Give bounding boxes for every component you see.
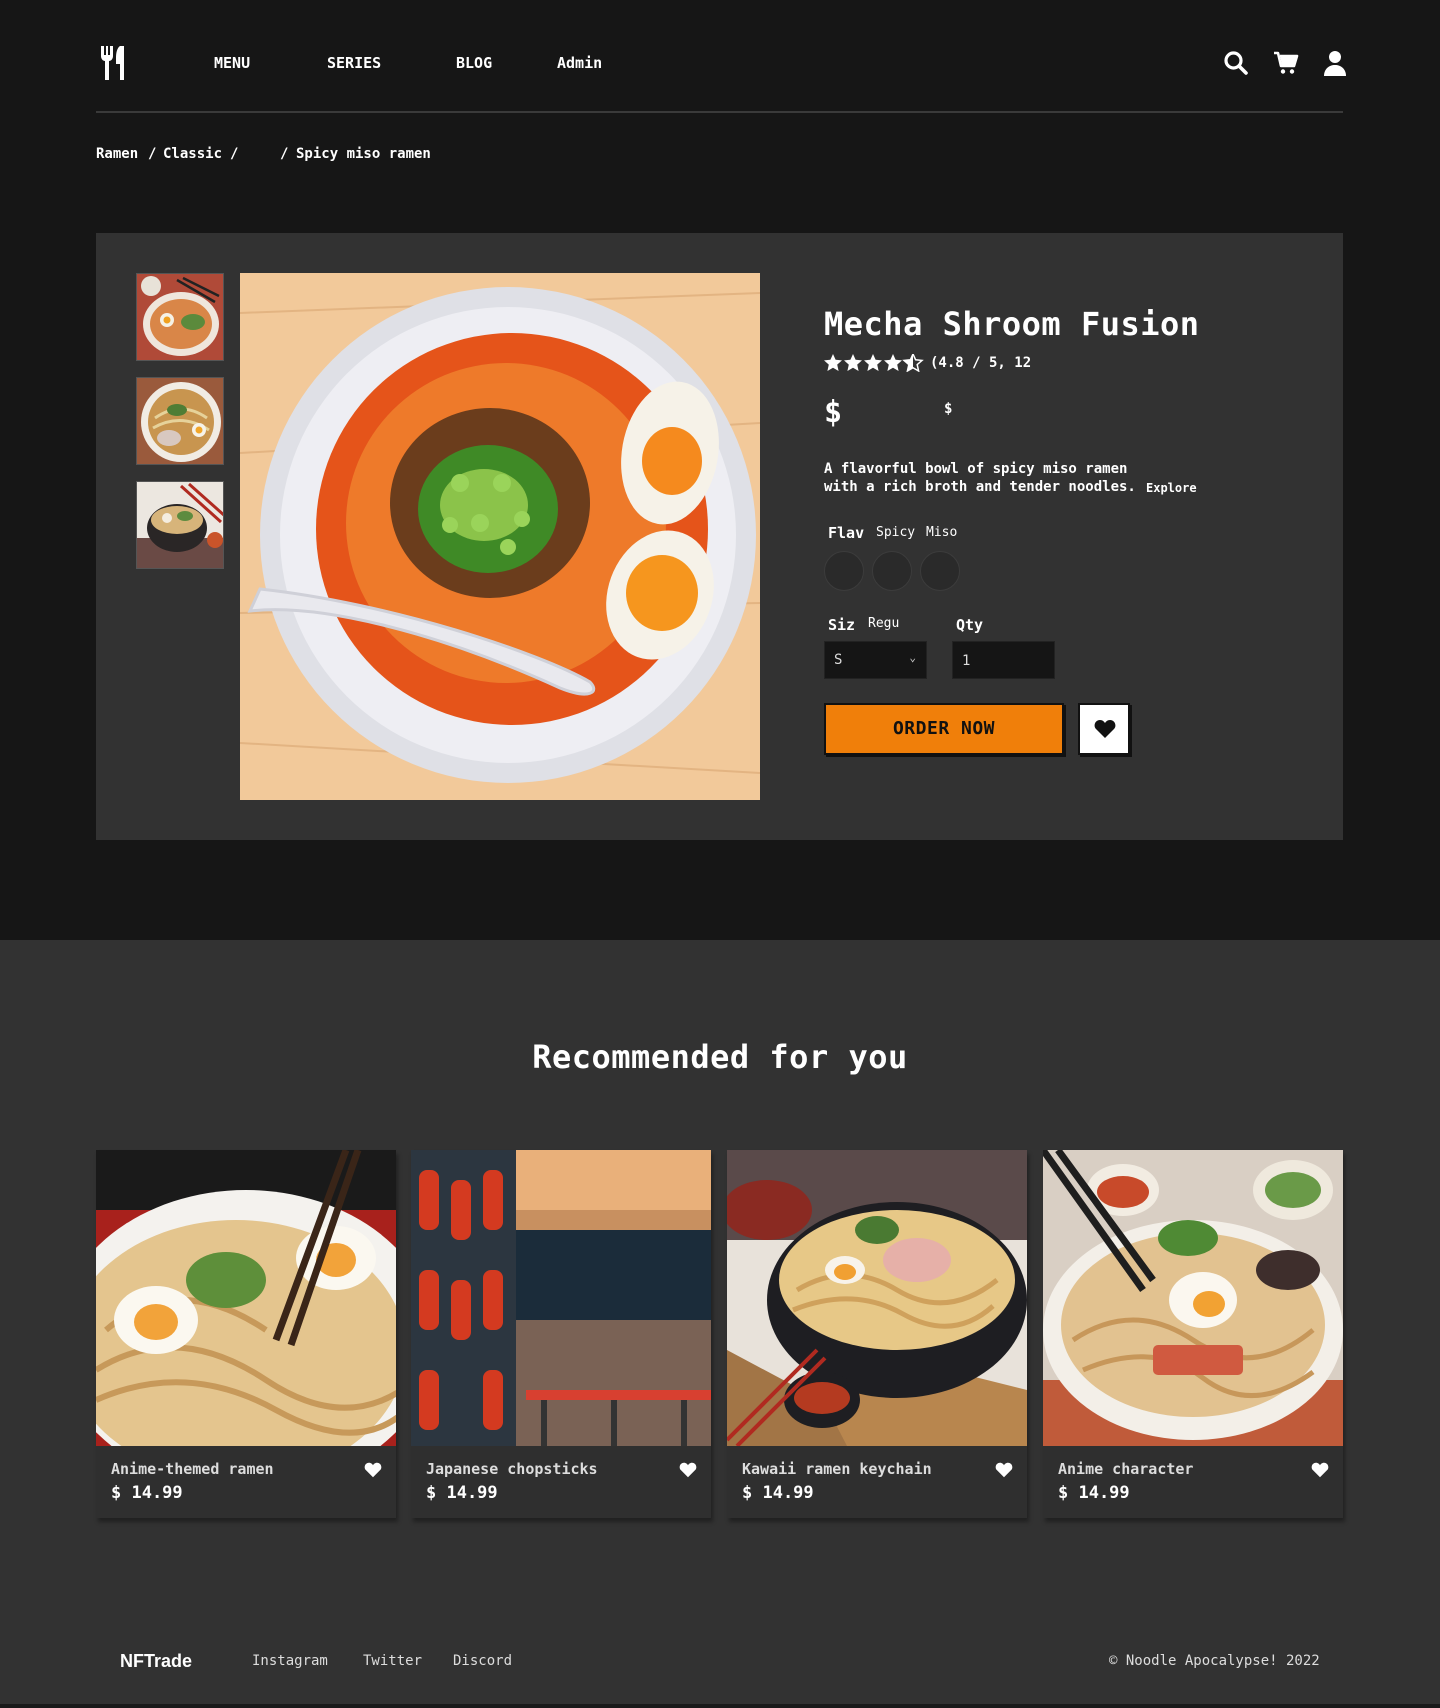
product-card-name: Anime-themed ramen (111, 1460, 274, 1478)
cart-icon[interactable] (1273, 50, 1301, 78)
flavor-value: Miso (926, 525, 958, 540)
footer-link-twitter[interactable]: Twitter (363, 1653, 422, 1669)
product-card[interactable]: Anime-themed ramen $ 14.99 (96, 1150, 396, 1518)
heart-icon[interactable] (1311, 1462, 1329, 1478)
nav-admin[interactable]: Admin (557, 54, 602, 72)
product-card-name: Japanese chopsticks (426, 1460, 598, 1478)
breadcrumb-current: Spicy miso ramen (296, 146, 431, 162)
product-card-image (1043, 1150, 1343, 1446)
product-card-name: Kawaii ramen keychain (742, 1460, 932, 1478)
header-icons (1213, 50, 1346, 78)
breadcrumb-ramen[interactable]: Ramen (96, 146, 138, 162)
breadcrumb-separator: / (280, 146, 289, 162)
site-header: MENU SERIES BLOG Admin (96, 0, 1346, 113)
heart-icon[interactable] (679, 1462, 697, 1478)
heart-icon[interactable] (364, 1462, 382, 1478)
product-thumbnail[interactable] (136, 481, 224, 569)
order-now-button[interactable]: ORDER NOW (824, 703, 1064, 755)
nav-blog[interactable]: BLOG (456, 54, 492, 72)
qty-label: Qty (956, 616, 984, 634)
product-title: Mecha Shroom Fusion (824, 305, 1200, 343)
footer-link-instagram[interactable]: Instagram (252, 1653, 328, 1669)
explore-link[interactable]: Explore (1146, 481, 1197, 495)
product-card-image (727, 1150, 1027, 1446)
product-card-image (96, 1150, 396, 1446)
product-card[interactable]: Anime character $ 14.99 (1043, 1150, 1343, 1518)
recommended-title: Recommended for you (532, 1038, 908, 1076)
favorite-button[interactable] (1078, 703, 1130, 755)
recommended-section: Recommended for you Anime-themed ramen $… (0, 940, 1440, 1708)
price-secondary: $ (944, 401, 953, 417)
site-footer: NFTrade Instagram Twitter Discord © Nood… (0, 1600, 1440, 1708)
user-icon[interactable] (1323, 50, 1351, 78)
size-select-value: S (834, 652, 843, 668)
bottom-divider (0, 1704, 1440, 1708)
product-thumbnail[interactable] (136, 377, 224, 465)
product-panel: Mecha Shroom Fusion (4.8 / 5, 12 $ $ A f… (96, 233, 1343, 840)
product-card-price: $ 14.99 (742, 1483, 814, 1503)
flavor-swatch[interactable] (824, 551, 864, 591)
product-card-price: $ 14.99 (1058, 1483, 1130, 1503)
size-value: Regu (868, 616, 900, 631)
product-card-price: $ 14.99 (111, 1483, 183, 1503)
fork-knife-logo-icon[interactable] (98, 46, 130, 80)
nav-menu[interactable]: MENU (214, 54, 250, 72)
product-description: A flavorful bowl of spicy miso ramen wit… (824, 461, 1136, 495)
footer-brand[interactable]: NFTrade (120, 1651, 192, 1672)
breadcrumb-classic[interactable]: Classic (163, 146, 222, 162)
size-label: Siz (828, 616, 856, 634)
breadcrumb-separator: / (230, 146, 239, 162)
flavor-swatch[interactable] (920, 551, 960, 591)
product-card-price: $ 14.99 (426, 1483, 498, 1503)
rating-text: (4.8 / 5, 12 (930, 355, 1032, 371)
product-card[interactable]: Kawaii ramen keychain $ 14.99 (727, 1150, 1027, 1518)
search-icon[interactable] (1223, 50, 1251, 78)
quantity-input[interactable]: 1 (952, 641, 1055, 679)
nav-series[interactable]: SERIES (327, 54, 381, 72)
flavor-value: Spicy (876, 525, 916, 540)
star-rating (824, 352, 924, 377)
size-select[interactable]: S ⌄ (824, 641, 927, 679)
footer-link-discord[interactable]: Discord (453, 1653, 512, 1669)
heart-icon (1094, 720, 1116, 738)
product-main-image (240, 273, 760, 800)
breadcrumb-separator: / (148, 146, 157, 162)
product-card-name: Anime character (1058, 1460, 1194, 1478)
flavor-label: Flav (828, 524, 865, 542)
product-thumbnail[interactable] (136, 273, 224, 361)
footer-copyright: © Noodle Apocalypse! 2022 (1109, 1653, 1320, 1669)
heart-icon[interactable] (995, 1462, 1013, 1478)
product-card-image (411, 1150, 711, 1446)
flavor-swatch[interactable] (872, 551, 912, 591)
chevron-down-icon: ⌄ (909, 651, 916, 664)
price-main: $ (824, 395, 843, 430)
product-card[interactable]: Japanese chopsticks $ 14.99 (411, 1150, 711, 1518)
